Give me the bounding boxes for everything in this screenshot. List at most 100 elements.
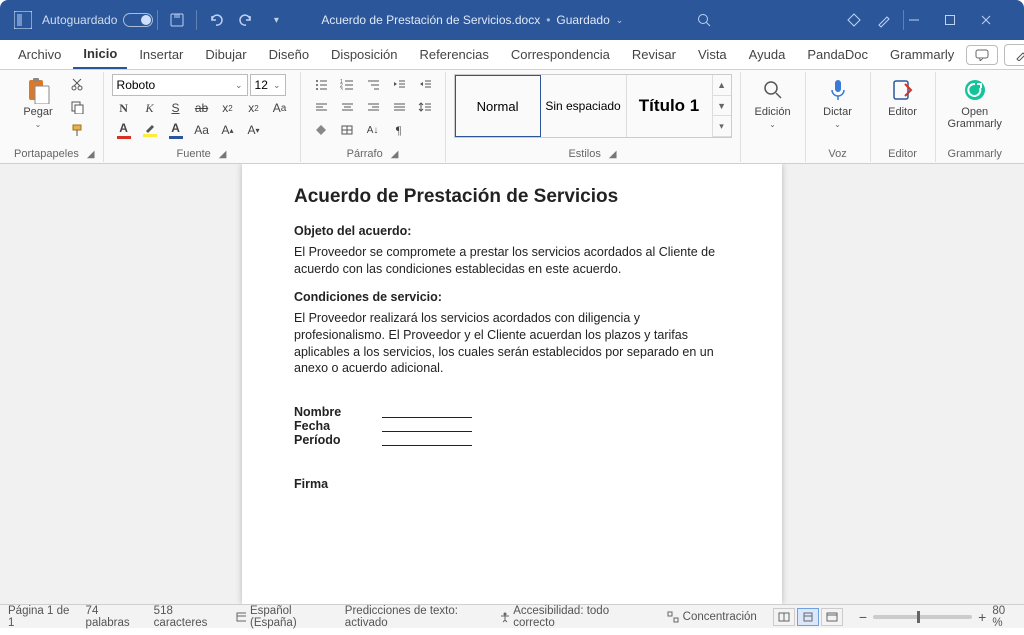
status-page[interactable]: Página 1 de 1 [8, 605, 70, 629]
styles-launcher[interactable]: ◢ [609, 149, 617, 160]
tab-diseno[interactable]: Diseño [259, 41, 319, 68]
styles-up-button[interactable]: ▲ [713, 75, 731, 96]
zoom-slider[interactable] [873, 615, 972, 619]
numbering-button[interactable]: 123 [335, 74, 359, 94]
font-name-select[interactable]: Roboto⌄ [112, 74, 248, 96]
tab-inicio[interactable]: Inicio [73, 40, 127, 69]
edit-mode-button[interactable]: Edición⌄ [1004, 44, 1024, 66]
undo-icon[interactable] [204, 8, 228, 32]
diamond-icon[interactable] [842, 8, 866, 32]
style-no-spacing[interactable]: Sin espaciado [541, 75, 627, 137]
status-chars[interactable]: 518 caracteres [154, 605, 220, 629]
view-read-button[interactable] [773, 608, 795, 626]
font-color-button[interactable]: A [112, 120, 136, 140]
line-spacing-button[interactable] [413, 97, 437, 117]
tab-grammarly[interactable]: Grammarly [880, 41, 964, 68]
font-launcher[interactable]: ◢ [219, 149, 227, 160]
style-normal[interactable]: Normal [455, 75, 541, 137]
justify-button[interactable] [387, 97, 411, 117]
tab-dibujar[interactable]: Dibujar [195, 41, 256, 68]
style-heading1[interactable]: Título 1 [627, 75, 713, 137]
subscript-button[interactable]: x2 [216, 98, 240, 118]
grammarly-icon [961, 76, 989, 104]
close-button[interactable] [980, 14, 1016, 26]
font-color2-button[interactable]: A [164, 120, 188, 140]
status-words[interactable]: 74 palabras [86, 605, 138, 629]
pen-icon[interactable] [872, 8, 896, 32]
zoom-in-button[interactable]: + [978, 609, 986, 625]
sort-button[interactable]: A↓ [361, 120, 385, 140]
styles-more-button[interactable]: ▾ [713, 116, 731, 137]
status-lang[interactable]: Español (España) [236, 605, 329, 629]
document-area[interactable]: Acuerdo de Prestación de Servicios Objet… [0, 164, 1024, 604]
format-painter-button[interactable] [66, 120, 88, 140]
qat-customize-icon[interactable]: ▾ [264, 8, 288, 32]
page[interactable]: Acuerdo de Prestación de Servicios Objet… [242, 164, 782, 604]
paste-button[interactable]: Pegar ⌄ [14, 74, 62, 131]
tab-disposicion[interactable]: Disposición [321, 41, 407, 68]
align-right-button[interactable] [361, 97, 385, 117]
grammarly-button[interactable]: Open Grammarly [944, 74, 1006, 132]
view-print-button[interactable] [797, 608, 819, 626]
field-name-label: Nombre [294, 405, 358, 419]
tab-referencias[interactable]: Referencias [410, 41, 499, 68]
tab-revisar[interactable]: Revisar [622, 41, 686, 68]
clipboard-launcher[interactable]: ◢ [87, 149, 95, 160]
italic-button[interactable]: K [138, 98, 162, 118]
cut-button[interactable] [66, 74, 88, 94]
tab-correspondencia[interactable]: Correspondencia [501, 41, 620, 68]
grow-font-button[interactable]: A▴ [216, 120, 240, 140]
tab-pandadoc[interactable]: PandaDoc [797, 41, 878, 68]
font-size-select[interactable]: 12⌄ [250, 74, 286, 96]
highlight-button[interactable] [138, 120, 162, 140]
shading-button[interactable] [309, 120, 333, 140]
bullets-button[interactable] [309, 74, 333, 94]
zoom-value[interactable]: 80 % [992, 605, 1016, 629]
decrease-indent-button[interactable] [387, 74, 411, 94]
dictate-button[interactable]: Dictar ⌄ [814, 74, 862, 131]
styles-down-button[interactable]: ▼ [713, 96, 731, 117]
shrink-font-button[interactable]: A▾ [242, 120, 266, 140]
edit-dropdown-button[interactable]: Edición ⌄ [749, 74, 797, 131]
strike-button[interactable]: ab [190, 98, 214, 118]
tab-insertar[interactable]: Insertar [129, 41, 193, 68]
search-icon[interactable] [692, 8, 716, 32]
increase-indent-button[interactable] [413, 74, 437, 94]
status-predictions[interactable]: Predicciones de texto: activado [345, 605, 483, 629]
status-focus[interactable]: Concentración [667, 611, 757, 623]
align-left-button[interactable] [309, 97, 333, 117]
minimize-button[interactable] [908, 14, 944, 26]
collapse-ribbon-button[interactable]: ⌄ [1016, 137, 1024, 157]
bold-button[interactable]: N [112, 98, 136, 118]
change-case-button[interactable]: Aa [268, 98, 292, 118]
show-marks-button[interactable]: ¶ [387, 120, 411, 140]
section2-title: Condiciones de servicio: [294, 290, 730, 304]
save-icon[interactable] [165, 8, 189, 32]
tab-vista[interactable]: Vista [688, 41, 737, 68]
align-center-button[interactable] [335, 97, 359, 117]
superscript-button[interactable]: x2 [242, 98, 266, 118]
autosave-toggle[interactable]: Autoguardado [42, 13, 153, 27]
status-a11y[interactable]: Accesibilidad: todo correcto [499, 605, 635, 629]
group-grammarly: Open Grammarly Grammarly [936, 72, 1014, 162]
tab-archivo[interactable]: Archivo [8, 41, 71, 68]
maximize-button[interactable] [944, 14, 980, 26]
editor-icon [889, 76, 917, 104]
view-web-button[interactable] [821, 608, 843, 626]
borders-button[interactable] [335, 120, 359, 140]
text-effects-button[interactable]: Aa [190, 120, 214, 140]
zoom-out-button[interactable]: − [859, 609, 867, 625]
comments-button[interactable] [966, 45, 998, 65]
ribbon: Pegar ⌄ Portapapeles◢ Roboto⌄ 12⌄ N K S … [0, 70, 1024, 164]
multilevel-button[interactable] [361, 74, 385, 94]
document-title[interactable]: Acuerdo de Prestación de Servicios.docx … [321, 13, 689, 27]
underline-button[interactable]: S [164, 98, 188, 118]
redo-icon[interactable] [234, 8, 258, 32]
copy-button[interactable] [66, 97, 88, 117]
tab-ayuda[interactable]: Ayuda [739, 41, 796, 68]
paragraph-launcher[interactable]: ◢ [391, 149, 399, 160]
status-bar: Página 1 de 1 74 palabras 518 caracteres… [0, 604, 1024, 628]
field-name-line [382, 405, 472, 418]
app-icon[interactable] [11, 8, 35, 32]
editor-button[interactable]: Editor [879, 74, 927, 120]
